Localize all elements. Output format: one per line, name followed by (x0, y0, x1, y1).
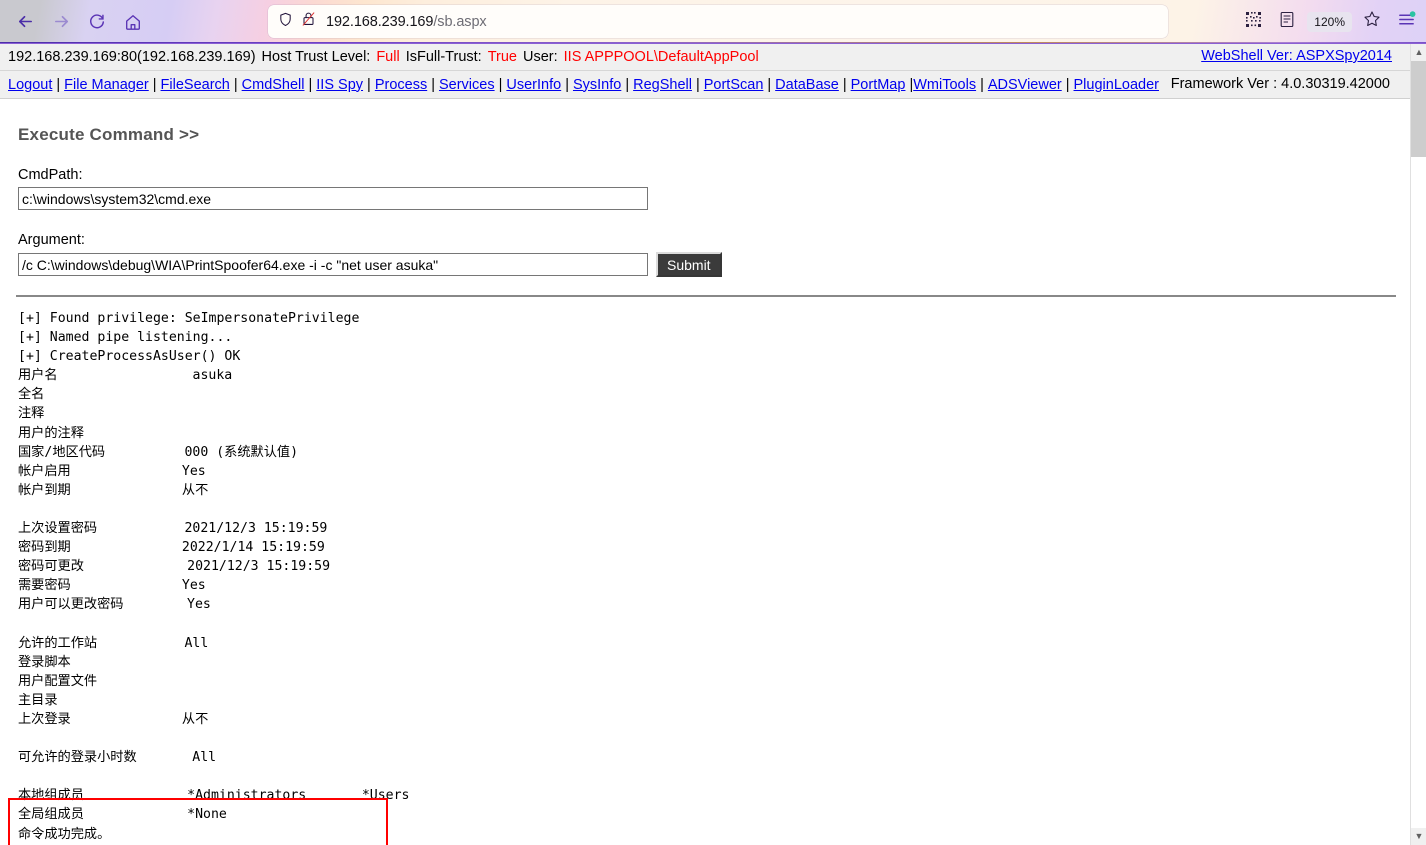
cmdpath-label: CmdPath: (18, 167, 83, 183)
nav-link-sysinfo[interactable]: SysInfo (573, 77, 621, 93)
nav-link-portscan[interactable]: PortScan (704, 77, 764, 93)
scrollbar-up-button[interactable]: ▲ (1411, 44, 1426, 61)
framework-version: Framework Ver : 4.0.30319.42000 (1170, 76, 1390, 92)
trust-level-label: Host Trust Level: (261, 49, 371, 65)
nav-link-userinfo[interactable]: UserInfo (506, 77, 561, 93)
toolbar-right-icons: 120% (1237, 0, 1422, 43)
webshell-nav-bar: Logout | File Manager | FileSearch | CmdShe… (0, 71, 1426, 99)
nav-link-pluginloader[interactable]: PluginLoader (1074, 77, 1159, 93)
host-info: 192.168.239.169:80(192.168.239.169) (8, 49, 256, 65)
hamburger-menu-icon (1397, 10, 1416, 33)
browser-toolbar: 192.168.239.169/sb.aspx 120% (0, 0, 1426, 44)
argument-row: Submit (18, 248, 1408, 277)
webshell-version-link[interactable]: WebShell Ver: ASPXSpy2014 (1201, 48, 1392, 64)
address-bar[interactable]: 192.168.239.169/sb.aspx (268, 5, 1168, 38)
star-bookmark-icon (1363, 10, 1381, 33)
page-title: Execute Command >> (18, 125, 200, 144)
nav-link-file-manager[interactable]: File Manager (64, 77, 149, 93)
argument-input[interactable] (18, 253, 648, 276)
forward-arrow-icon (52, 12, 71, 31)
scrollbar-track[interactable] (1411, 157, 1426, 828)
zoom-level-badge[interactable]: 120% (1307, 11, 1352, 32)
menu-button[interactable] (1390, 6, 1422, 38)
user-value: IIS APPPOOL\DefaultAppPool (563, 49, 759, 65)
bookmark-button[interactable] (1356, 6, 1388, 38)
main-content: Execute Command >> CmdPath: Argument: Su… (0, 125, 1426, 845)
chevron-down-icon: ▼ (1414, 831, 1424, 841)
broken-lock-icon[interactable] (301, 11, 316, 32)
forward-button[interactable] (44, 5, 78, 39)
nav-link-iis-spy[interactable]: IIS Spy (316, 77, 363, 93)
chevron-up-icon: ▲ (1414, 47, 1424, 57)
trust-level-value: Full (376, 49, 400, 65)
url-path: /sb.aspx (433, 13, 487, 30)
qr-code-button[interactable] (1237, 6, 1269, 38)
nav-link-cmdshell[interactable]: CmdShell (242, 77, 305, 93)
nav-link-portmap[interactable]: PortMap (851, 77, 906, 93)
user-label: User: (522, 49, 558, 65)
page-scrollbar[interactable]: ▲ ▼ (1410, 44, 1426, 845)
back-arrow-icon (16, 12, 35, 31)
command-output: [+] Found privilege: SeImpersonatePrivil… (18, 311, 410, 842)
url-text: 192.168.239.169/sb.aspx (326, 14, 487, 30)
nav-link-adsviewer[interactable]: ADSViewer (988, 77, 1062, 93)
nav-link-wmitools[interactable]: WmiTools (913, 77, 976, 93)
reload-button[interactable] (80, 5, 114, 39)
nav-link-logout[interactable]: Logout (8, 77, 52, 93)
web-page-content: 192.168.239.169:80(192.168.239.169) Host… (0, 44, 1426, 845)
home-icon (124, 13, 142, 31)
cmdpath-input[interactable] (18, 187, 648, 210)
nav-link-database[interactable]: DataBase (775, 77, 839, 93)
nav-link-process[interactable]: Process (375, 77, 427, 93)
back-button[interactable] (8, 5, 42, 39)
scrollbar-thumb[interactable] (1411, 61, 1426, 157)
reader-view-button[interactable] (1271, 6, 1303, 38)
shield-icon[interactable] (278, 12, 293, 32)
nav-link-filesearch[interactable]: FileSearch (161, 77, 230, 93)
section-divider (16, 295, 1396, 297)
navigation-buttons (0, 0, 150, 43)
webshell-status-bar: 192.168.239.169:80(192.168.239.169) Host… (0, 44, 1426, 71)
argument-label: Argument: (18, 232, 85, 248)
reload-icon (88, 13, 106, 31)
isfull-trust-label: IsFull-Trust: (405, 49, 482, 65)
scrollbar-down-button[interactable]: ▼ (1411, 828, 1426, 845)
url-host: 192.168.239.169 (326, 13, 434, 30)
submit-button[interactable]: Submit (656, 252, 722, 277)
nav-link-regshell[interactable]: RegShell (633, 77, 692, 93)
home-button[interactable] (116, 5, 150, 39)
reader-view-icon (1279, 11, 1295, 33)
qr-code-icon (1245, 11, 1262, 33)
isfull-trust-value: True (487, 49, 517, 65)
nav-link-services[interactable]: Services (439, 77, 495, 93)
